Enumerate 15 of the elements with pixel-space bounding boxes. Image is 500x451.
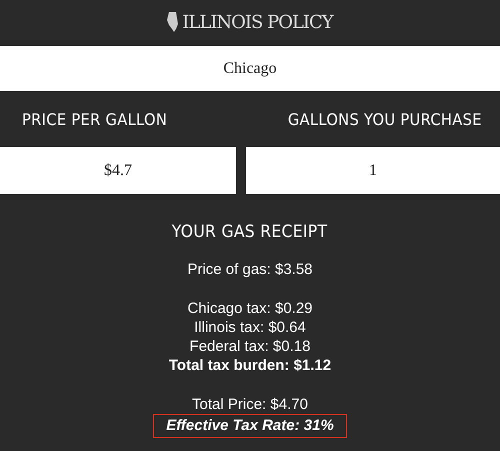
input-field[interactable]: $4.7 [0,147,236,194]
input-field[interactable]: 1 [246,147,500,194]
field-label: GALLONS YOU PURCHASE [288,110,482,128]
total-tax-line: Total tax burden: $1.12 [168,357,332,374]
receipt-line: Total Price: $4.70 [192,396,308,413]
tax-rate-highlight: Effective Tax Rate: 31% [153,414,347,438]
logo-text: ILLINOIS POLICY [182,12,333,32]
receipt-title: YOUR GAS RECEIPT [172,222,328,242]
receipt-line: Chicago tax: $0.29 [187,300,313,317]
receipt-line: Federal tax: $0.18 [190,338,310,355]
field-label: PRICE PER GALLON [22,110,168,128]
receipt-line: Price of gas: $3.58 [187,261,313,278]
receipt-line: Illinois tax: $0.64 [194,319,306,336]
state-outline-icon [167,12,180,32]
city-field[interactable]: Chicago [0,46,500,91]
